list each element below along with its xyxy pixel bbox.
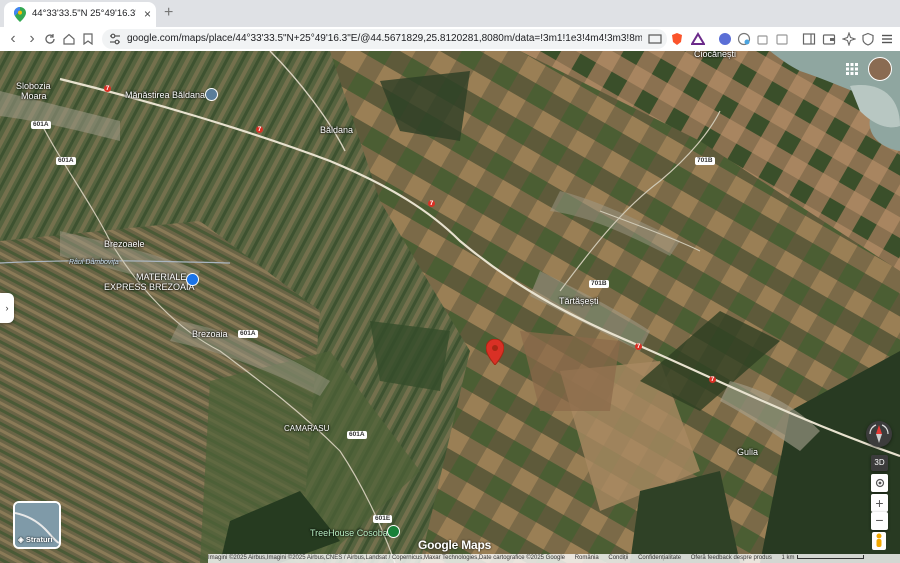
3d-toggle-button[interactable]: 3D [871,455,888,471]
road-shield: 701B [695,157,715,165]
browser-tab[interactable]: 44°33'33.5"N 25°49'16.3"E - × [4,2,156,27]
maps-pin-icon [14,7,26,22]
scale-label[interactable]: 1 km [782,555,795,561]
privacy-link[interactable]: Confidențialitate [638,555,681,561]
google-maps-logo: Google Maps [418,538,492,552]
place-label[interactable]: Tărtășești [559,296,599,306]
tab-close-button[interactable]: × [144,7,151,21]
pegman-icon [876,533,882,547]
extension-puzzle-icon[interactable] [756,32,770,46]
tab-strip: 44°33'33.5"N 25°49'16.3"E - × + [0,0,900,27]
place-label[interactable]: CAMARASU [284,424,329,434]
vpn-shield-icon[interactable] [861,32,875,46]
sidebar-toggle-icon[interactable] [802,32,816,46]
country-link[interactable]: România [575,555,599,561]
river-label: Râul Dâmbovița [69,259,119,266]
expand-side-panel-button[interactable]: › [0,293,14,323]
extension-card-icon[interactable] [775,32,789,46]
place-label[interactable]: Slobozia [16,81,51,91]
wallet-icon[interactable] [822,32,836,46]
layers-stack-icon: ◈ [18,535,24,544]
compass-icon [869,424,889,443]
place-label[interactable]: Gulia [737,447,758,457]
place-label[interactable]: MATERIALE [136,272,186,282]
tab-title: 44°33'33.5"N 25°49'16.3"E - [32,8,136,19]
menu-icon[interactable] [880,32,894,46]
layers-label: ◈ Straturi [18,535,53,544]
reload-icon[interactable] [44,33,56,45]
terms-link[interactable]: Condiții [608,555,628,561]
imagery-attribution: Imagini ©2025 Airbus,Imagini ©2025 Airbu… [208,555,566,561]
road-shield: 7 [104,85,111,92]
zoom-in-button[interactable]: + [871,494,888,512]
back-button[interactable]: ‹ [5,31,21,47]
place-label[interactable]: Moara [21,91,47,101]
place-label[interactable]: TreeHouse Cosoba [310,528,388,538]
road-shield: 7 [635,343,642,350]
home-icon[interactable] [63,33,75,45]
road-shield: 701B [589,280,609,288]
my-location-button[interactable] [871,474,888,492]
road-shield: 601A [238,330,258,338]
compass-button[interactable] [866,421,892,447]
address-bar[interactable]: google.com/maps/place/44°33'33.5"N+25°49… [102,29,667,49]
street-view-pegman[interactable] [872,532,886,550]
road-shield: 601A [56,157,76,165]
road-shield: 7 [256,126,263,133]
brave-shield-icon[interactable] [670,32,684,46]
site-settings-icon[interactable] [108,32,122,46]
satellite-map[interactable]: Slobozia Moara Mănăstirea Băldana Băldan… [0,51,900,563]
leo-ai-icon[interactable] [842,32,856,46]
new-tab-button[interactable]: + [164,4,173,22]
place-label[interactable]: Mănăstirea Băldana [125,90,205,100]
browser-toolbar: ‹ › google.com/maps/place/44°33'33.5"N+2… [0,27,900,52]
layers-button[interactable]: ◈ Straturi [13,501,61,549]
google-apps-icon[interactable] [846,63,858,75]
road-shield: 7 [428,200,435,207]
cast-icon[interactable] [648,32,662,46]
layers-text: Straturi [25,535,53,544]
brave-rewards-icon[interactable] [691,32,705,46]
extension-globe-icon[interactable] [737,32,751,46]
road-shield: 601A [31,121,51,129]
location-pin-icon[interactable] [486,339,504,365]
url-text[interactable]: google.com/maps/place/44°33'33.5"N+25°49… [127,33,642,44]
place-label[interactable]: Brezoaele [104,239,145,249]
road-shield: 7 [709,376,716,383]
park-poi-icon[interactable] [387,525,400,538]
zoom-out-button[interactable]: − [871,512,888,530]
scale-bar [796,555,864,560]
place-label[interactable]: Băldana [320,125,353,135]
place-label[interactable]: Ciocănești [694,51,736,59]
store-poi-icon[interactable] [186,273,199,286]
forward-button[interactable]: › [24,31,40,47]
extension-gpt-icon[interactable] [718,32,732,46]
my-location-icon [875,478,884,488]
account-avatar[interactable] [868,57,892,81]
road-shield: 601E [373,515,393,523]
place-label[interactable]: Brezoaia [192,329,228,339]
satellite-terrain [0,51,900,563]
bookmark-icon[interactable] [83,33,93,45]
road-shield: 601A [347,431,367,439]
attribution-bar: Imagini ©2025 Airbus,Imagini ©2025 Airbu… [208,554,900,563]
monastery-poi-icon[interactable] [205,88,218,101]
place-label[interactable]: EXPRESS BREZOAIA [104,282,195,292]
feedback-link[interactable]: Oferă feedback despre produs [691,555,772,561]
